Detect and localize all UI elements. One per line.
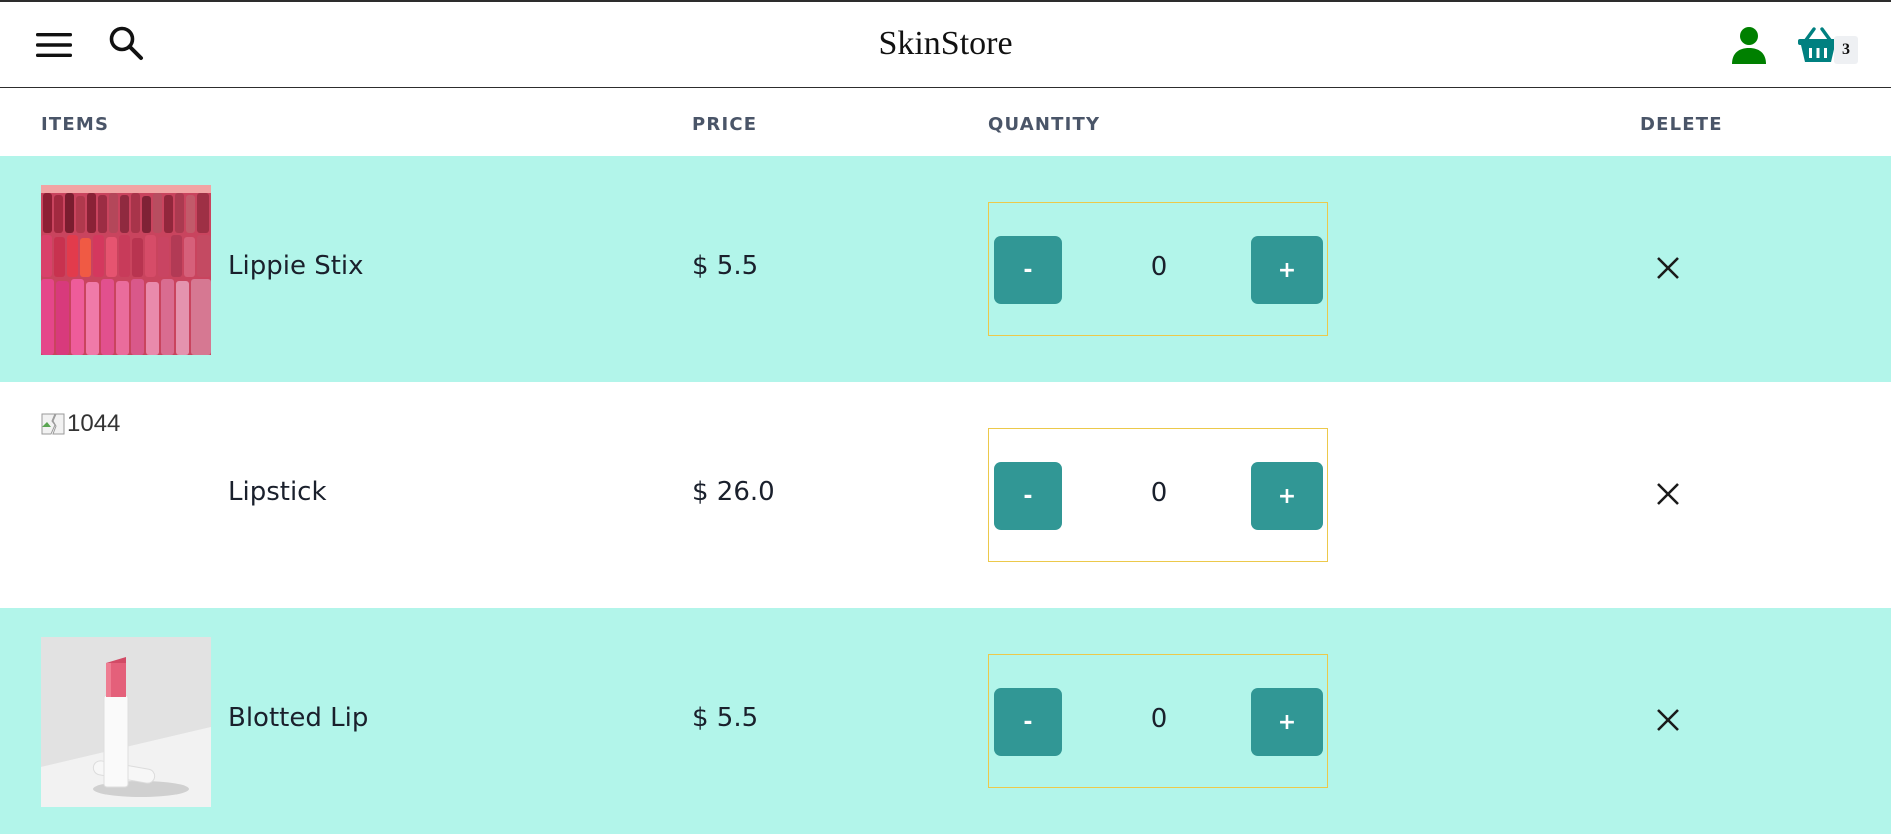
delete-item-button[interactable] (1650, 250, 1686, 286)
broken-image-alt-text: 1044 (67, 410, 121, 437)
quantity-stepper: - 0 + (988, 654, 1328, 788)
close-icon (1657, 257, 1679, 279)
delete-item-button[interactable] (1650, 476, 1686, 512)
product-image-lippie-stix (41, 185, 211, 355)
table-row: Blotted Lip $ 5.5 - 0 + (0, 608, 1891, 834)
close-icon (1657, 709, 1679, 731)
product-image-blotted-lip (41, 637, 211, 807)
increase-quantity-button[interactable]: + (1251, 688, 1323, 756)
user-icon (1732, 27, 1766, 64)
product-price: $ 5.5 (692, 703, 759, 733)
product-name: Lipstick (228, 477, 327, 507)
brand-logo[interactable]: SkinStore (0, 24, 1891, 64)
navbar: SkinStore 3 (0, 2, 1891, 88)
close-icon (1657, 483, 1679, 505)
increase-quantity-button[interactable]: + (1251, 236, 1323, 304)
header-quantity: QUANTITY (988, 114, 1101, 135)
delete-item-button[interactable] (1650, 702, 1686, 738)
table-row: Lippie Stix $ 5.5 - 0 + (0, 156, 1891, 382)
table-header: ITEMS PRICE QUANTITY DELETE (0, 90, 1891, 156)
header-delete: DELETE (1640, 114, 1723, 135)
product-name: Blotted Lip (228, 703, 369, 733)
broken-image-icon (41, 413, 65, 435)
quantity-stepper: - 0 + (988, 428, 1328, 562)
basket-icon (1798, 27, 1838, 62)
header-price: PRICE (692, 114, 758, 135)
user-account-button[interactable] (1728, 24, 1770, 66)
product-name: Lippie Stix (228, 251, 364, 281)
header-items: ITEMS (41, 114, 110, 135)
quantity-stepper: - 0 + (988, 202, 1328, 336)
increase-quantity-button[interactable]: + (1251, 462, 1323, 530)
product-price: $ 26.0 (692, 477, 775, 507)
cart-count-badge: 3 (1834, 36, 1858, 64)
broken-image: 1044 (41, 410, 120, 438)
product-price: $ 5.5 (692, 251, 759, 281)
table-row: 1044 Lipstick $ 26.0 - 0 + (0, 382, 1891, 608)
